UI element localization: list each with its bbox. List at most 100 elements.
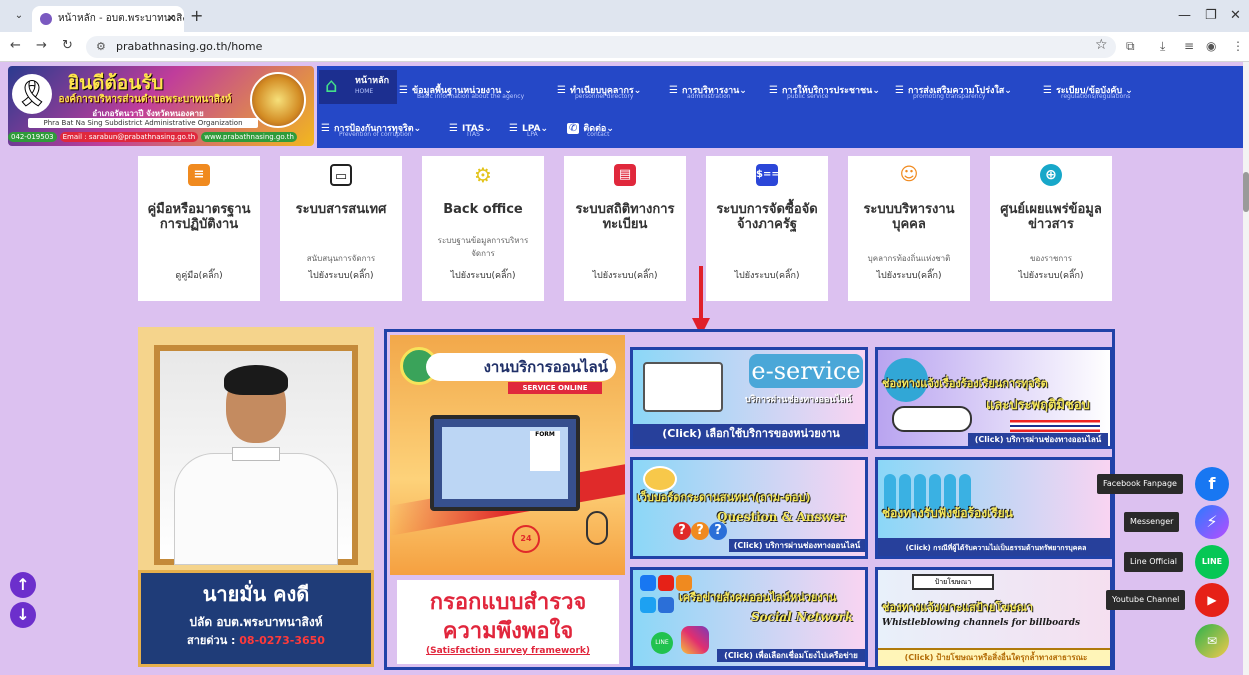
- card-description: บุคลากรท้องถิ่นแห่งชาติ: [867, 254, 951, 263]
- card-title: ระบบสถิติทางการทะเบียน: [575, 202, 675, 232]
- facebook-icon[interactable]: f: [1195, 467, 1229, 501]
- nav-sublabel: regulations/regulations: [1061, 93, 1131, 100]
- tile-eservice[interactable]: e-service บริการผ่านช่องทางออนไลน์ (Clic…: [630, 347, 868, 449]
- instagram-icon: [681, 626, 709, 654]
- nav-contact[interactable]: ✆ ติดต่อ⌄ contact: [567, 116, 614, 138]
- nav-sublabel: contact: [587, 131, 610, 138]
- tile-heading: ช่องทางรับฟังข้อร้องเรียน: [882, 506, 1013, 520]
- page-scrollbar[interactable]: [1243, 62, 1249, 675]
- tile-subheading: Whistleblowing channels for billboards: [882, 618, 1081, 628]
- card-link[interactable]: ไปยังระบบ(คลิ๊ก): [710, 268, 824, 282]
- tile-click-text: (Click) เลือกใช้บริการของหน่วยงาน: [662, 427, 840, 440]
- restore-icon[interactable]: ❐: [1205, 8, 1217, 23]
- survey-banner[interactable]: กรอกแบบสำรวจ ความพึงพอใจ (Satisfaction s…: [397, 580, 619, 664]
- question-icon: ?: [673, 522, 691, 540]
- welcome-banner: 🎗 ยินดีต้อนรับ องค์การบริหารส่วนตำบลพระบ…: [8, 66, 314, 146]
- tile-subheading: Social Network: [751, 610, 854, 624]
- nav-anti-corruption[interactable]: ☰ การป้องกันการทุจริต⌄ Prevention of corru…: [321, 116, 421, 138]
- card-manual[interactable]: ≡ คู่มือหรือมาตรฐานการปฏิบัติงาน ดูคู่มื…: [138, 156, 260, 301]
- card-description: สนับสนุนการจัดการ: [306, 254, 376, 263]
- card-link[interactable]: ไปยังระบบ(คลิ๊ก): [994, 268, 1108, 282]
- tab-title: หน้าหลัก - อบต.พระบาทนาสิงห์ อ.รั: [58, 13, 184, 24]
- youtube-icon[interactable]: ▶: [1195, 583, 1229, 617]
- collar-shape: [232, 447, 280, 461]
- tile-social-network[interactable]: LINE เครือข่ายสังคมออนไลน์หน่วยงาน Socia…: [630, 567, 868, 669]
- download-icon[interactable]: ⤓: [1160, 39, 1165, 54]
- card-link[interactable]: ดูคู่มือ(คลิ๊ก): [142, 268, 256, 282]
- card-title: ระบบการจัดซื้อจัดจ้างภาครัฐ: [716, 202, 818, 232]
- hotline: สายด่วน : 08-0273-3650: [141, 631, 371, 649]
- nav-basic-info[interactable]: ☰ ข้อมูลพื้นฐานหน่วยงาน ⌄ Basic informatio…: [399, 78, 524, 100]
- nav-home[interactable]: ⌂ หน้าหลัก HOME: [319, 70, 397, 104]
- hotline-number[interactable]: 08-0273-3650: [239, 634, 325, 647]
- line-icon[interactable]: LINE: [1195, 545, 1229, 579]
- contact-strip: 042-019503 Email : sarabun@prabathnasing.…: [8, 132, 314, 146]
- list-icon: ☰: [321, 123, 330, 134]
- nav-sublabel: ITAS: [467, 131, 480, 138]
- browser-tab[interactable]: หน้าหลัก - อบต.พระบาทนาสิงห์ อ.รั ✕: [32, 6, 184, 32]
- media-icon[interactable]: ≡: [1184, 39, 1194, 53]
- nav-sublabel: Prevention of corruption: [339, 131, 412, 138]
- tile-subheading: และประพฤติมิชอบ: [986, 398, 1090, 413]
- card-back-office[interactable]: ⚙ Back office ระบบฐานข้อมูลการบริหารจัดก…: [422, 156, 544, 301]
- scroll-down-icon[interactable]: ↓: [10, 602, 36, 628]
- card-information-system[interactable]: ▭ ระบบสารสนเทศ สนับสนุนการจัดการ ไปยังระ…: [280, 156, 402, 301]
- forward-icon[interactable]: →: [36, 38, 47, 53]
- online-service-banner[interactable]: งานบริการออนไลน์ SERVICE ONLINE FORM 24: [390, 335, 625, 575]
- survey-line2: ความพึงพอใจ: [442, 618, 574, 644]
- money-icon: $==: [756, 164, 780, 186]
- card-link[interactable]: ไปยังระบบ(คลิ๊ก): [568, 268, 682, 282]
- tile-complaint-channel[interactable]: ช่องทางรับฟังข้อร้องเรียน (Click) กรณีที…: [875, 457, 1113, 559]
- site-info-icon[interactable]: ⚙: [96, 36, 106, 58]
- reload-icon[interactable]: ↻: [62, 38, 73, 53]
- card-info-center[interactable]: ⊕ ศูนย์เผยแพร่ข้อมูลข่าวสาร ของราชการ ไป…: [990, 156, 1112, 301]
- tile-subheading: Question & Answer: [717, 510, 846, 524]
- email-text: Email : sarabun@prabathnasing.go.th: [59, 132, 199, 142]
- nav-regulations[interactable]: ☰ ระเบียบ/ข้อบังคับ ⌄ regulations/regulati…: [1043, 78, 1133, 100]
- nav-public-service[interactable]: ☰ การให้บริการประชาชน⌄ public service: [769, 78, 880, 100]
- nav-sublabel: public service: [787, 93, 829, 100]
- url-input[interactable]: ⚙ prabathnasing.go.th/home: [86, 36, 1116, 58]
- card-personnel-admin[interactable]: ☺ ระบบบริหารงานบุคคล บุคลากรท้องถิ่นแห่ง…: [848, 156, 970, 301]
- messenger-icon[interactable]: ⚡: [1195, 505, 1229, 539]
- line-label: Line Official: [1124, 552, 1183, 572]
- hair-shape: [224, 365, 288, 395]
- nav-itas[interactable]: ☰ ITAS⌄ ITAS: [449, 116, 492, 138]
- bookmark-star-icon[interactable]: ☆: [1095, 37, 1108, 53]
- card-title: ระบบสารสนเทศ: [295, 202, 387, 217]
- minimize-icon[interactable]: —: [1178, 8, 1191, 23]
- nav-administration[interactable]: ☰ การบริหารงาน⌄ administration: [669, 78, 747, 100]
- menu-icon[interactable]: ⋮: [1232, 39, 1244, 53]
- close-window-icon[interactable]: ✕: [1230, 8, 1241, 23]
- profile-avatar-icon[interactable]: ◉: [1206, 39, 1216, 53]
- nav-sublabel: LPA: [527, 131, 538, 138]
- card-procurement[interactable]: $== ระบบการจัดซื้อจัดจ้างภาครัฐ ไปยังระบ…: [706, 156, 828, 301]
- new-tab-button[interactable]: +: [190, 6, 203, 25]
- card-description: ของราชการ: [1029, 254, 1073, 263]
- home-icon: ⌂: [325, 73, 338, 97]
- extensions-icon[interactable]: ⧉: [1126, 39, 1135, 54]
- nav-lpa[interactable]: ☰ LPA⌄ LPA: [509, 116, 548, 138]
- tab-search-button[interactable]: ⌄: [10, 8, 28, 24]
- tile-billboard-report[interactable]: ป้ายโฆษณา ช่องทางแจ้งเบาะแสป้ายโฆษณา Whi…: [875, 567, 1113, 669]
- english-org-name: Phra Bat Na Sing Subdistrict Administrat…: [28, 118, 258, 128]
- card-link[interactable]: ไปยังระบบ(คลิ๊ก): [284, 268, 398, 282]
- chat-toggle-icon[interactable]: ✉: [1195, 624, 1229, 658]
- card-link[interactable]: ไปยังระบบ(คลิ๊ก): [426, 268, 540, 282]
- official-panel: นายมั่น คงดี ปลัด อบต.พระบาทนาสิงห์ สายด…: [138, 327, 374, 667]
- official-name: นายมั่น คงดี: [202, 582, 310, 606]
- mouse-icon: [586, 511, 608, 545]
- nav-label: หน้าหลัก: [355, 76, 390, 86]
- tile-click-text: (Click) บริการผ่านช่องทางออนไลน์: [968, 433, 1108, 446]
- scroll-up-icon[interactable]: ↑: [10, 572, 36, 598]
- nav-personnel[interactable]: ☰ ทำเนียบบุคลากร⌄ personnel directory: [557, 78, 641, 100]
- tile-webboard[interactable]: เว็บบอร์ดกระดานสนทนา(ถาม-ตอบ) Question &…: [630, 457, 868, 559]
- back-icon[interactable]: ←: [10, 38, 21, 53]
- close-tab-icon[interactable]: ✕: [167, 6, 176, 32]
- list-icon: ☰: [769, 85, 778, 96]
- card-link[interactable]: ไปยังระบบ(คลิ๊ก): [852, 268, 966, 282]
- tile-corruption-complaint[interactable]: ช่องทางแจ้งเรื่องร้องเรียนการทุจริต และป…: [875, 347, 1113, 449]
- card-registration-stats[interactable]: ▤ ระบบสถิติทางการทะเบียน ไปยังระบบ(คลิ๊ก…: [564, 156, 686, 301]
- nav-transparency[interactable]: ☰ การส่งเสริมความโปร่งใส⌄ promoting transp…: [895, 78, 1012, 100]
- hotline-label: สายด่วน :: [187, 634, 236, 647]
